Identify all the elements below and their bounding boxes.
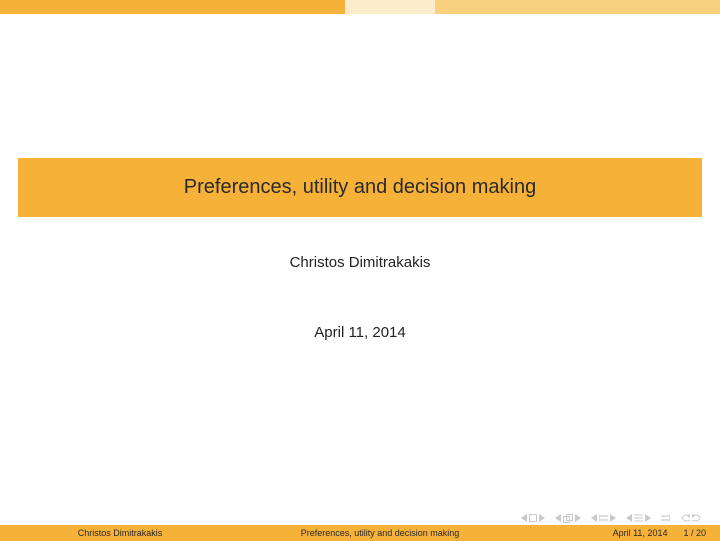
square-icon [529,514,537,522]
triangle-left-icon [521,514,527,522]
lines-equal-icon [599,514,608,522]
nav-slide-group[interactable] [521,514,545,522]
nav-appendix-group[interactable] [661,514,670,522]
nav-frame-group[interactable] [555,514,581,523]
footer-author: Christos Dimitrakakis [0,528,240,538]
triangle-left-icon [626,514,632,522]
footer-title: Preferences, utility and decision making [240,528,520,538]
nav-section-group[interactable] [626,514,651,522]
lines-equal-icon [661,514,670,522]
triangle-right-icon [610,514,616,522]
lines-triple-icon [634,514,643,522]
footer-date: April 11, 2014 [613,528,668,538]
beamer-nav-symbols[interactable] [521,513,702,523]
double-square-icon [563,514,573,523]
nav-subsection-group[interactable] [591,514,616,522]
slide-date: April 11, 2014 [0,324,720,341]
triangle-left-icon [555,514,561,522]
section-progress-bar [0,0,720,14]
triangle-right-icon [539,514,545,522]
slide-title: Preferences, utility and decision making [18,158,702,217]
undo-redo-icon [680,513,702,523]
nav-back-forward-group[interactable] [680,513,702,523]
triangle-left-icon [591,514,597,522]
slide-author: Christos Dimitrakakis [0,254,720,271]
triangle-right-icon [575,514,581,522]
footer-page: 1 / 20 [683,528,706,538]
triangle-right-icon [645,514,651,522]
slide-footer: Christos Dimitrakakis Preferences, utili… [0,525,720,541]
